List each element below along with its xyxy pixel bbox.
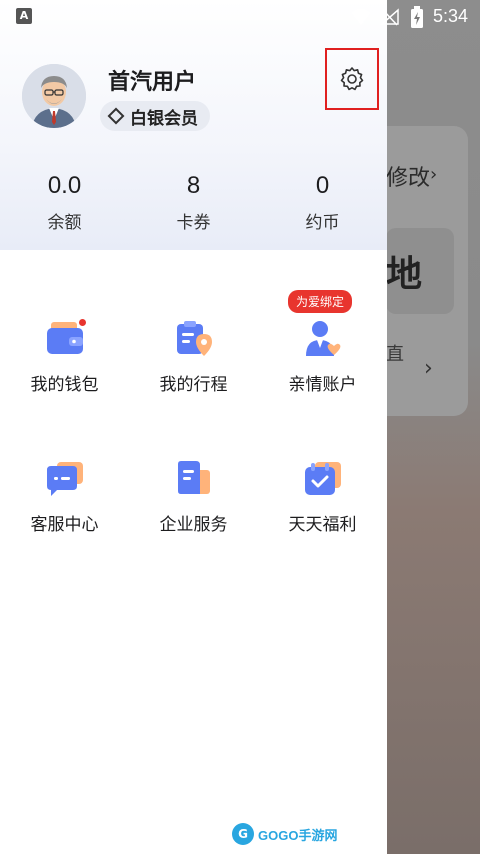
grid-item-wallet[interactable]: 我的钱包: [0, 290, 129, 430]
grid-item-label: 我的钱包: [30, 375, 99, 395]
stat-label: 卡券: [176, 213, 211, 233]
family-account-icon: [305, 321, 340, 356]
wifi-icon: [351, 9, 371, 25]
settings-button[interactable]: [325, 48, 379, 110]
stat-balance[interactable]: 0.0 余额: [0, 172, 129, 233]
background-small-text: 直: [386, 344, 404, 365]
stat-value: 0.0: [47, 172, 82, 199]
stat-coins[interactable]: 0 约币: [258, 172, 387, 233]
grid-row: 我的钱包 我的行程 为爱绑定 亲情账户: [0, 290, 387, 430]
side-drawer: 首汽用户 白银会员 0.0 余额 8 卡券 0 约币 我的钱包 我的行程 为爱绑…: [0, 0, 387, 854]
signal-icon: [380, 8, 399, 26]
settings-icon: [340, 67, 364, 91]
grid-item-label: 企业服务: [159, 515, 228, 535]
member-level-badge[interactable]: 白银会员: [100, 101, 210, 131]
customer-service-icon: [46, 462, 83, 496]
member-level-label: 白银会员: [130, 108, 198, 129]
chevron-right-icon: ›: [424, 356, 433, 381]
daily-benefit-icon: [304, 462, 341, 495]
avatar[interactable]: [22, 64, 86, 128]
watermark-logo-icon: G: [232, 823, 254, 845]
grid-item-family[interactable]: 为爱绑定 亲情账户: [258, 290, 387, 430]
chevron-right-icon: ›: [430, 164, 438, 185]
username[interactable]: 首汽用户: [108, 64, 196, 96]
stats-row: 0.0 余额 8 卡券 0 约币: [0, 172, 387, 233]
grid-item-customer-service[interactable]: 客服中心: [0, 430, 129, 570]
user-avatar-icon: [22, 64, 86, 128]
trip-icon: [176, 321, 212, 356]
family-promo-tag: 为爱绑定: [288, 290, 353, 313]
notification-dot: [78, 318, 87, 327]
grid-item-label: 我的行程: [159, 375, 228, 395]
drawer-header: 首汽用户 白银会员 0.0 余额 8 卡券 0 约币: [0, 0, 387, 250]
enterprise-icon: [177, 461, 210, 494]
diamond-icon: [107, 107, 125, 125]
status-bar: A 5:34: [0, 0, 480, 34]
stat-label: 余额: [47, 213, 82, 233]
stat-coupons[interactable]: 8 卡券: [129, 172, 258, 233]
app-notification-icon: A: [16, 8, 32, 24]
grid-item-enterprise[interactable]: 企业服务: [129, 430, 258, 570]
feature-grid: 我的钱包 我的行程 为爱绑定 亲情账户 客服中心 企业服务 天天福利: [0, 290, 387, 570]
background-modify-text: 修改: [386, 166, 431, 191]
watermark-text: GOGO手游网: [258, 827, 338, 843]
grid-item-label: 客服中心: [30, 515, 99, 535]
stat-value: 8: [186, 172, 201, 199]
watermark: G GOGO手游网: [232, 823, 337, 845]
background-big-char: 地: [386, 254, 423, 295]
grid-item-daily-benefit[interactable]: 天天福利: [258, 430, 387, 570]
grid-row: 客服中心 企业服务 天天福利: [0, 430, 387, 570]
grid-item-label: 亲情账户: [288, 375, 357, 395]
battery-charging-icon: [411, 6, 423, 28]
grid-item-trips[interactable]: 我的行程: [129, 290, 258, 430]
stat-value: 0: [315, 172, 330, 199]
stat-label: 约币: [305, 213, 340, 233]
status-time: 5:34: [432, 6, 468, 26]
grid-item-label: 天天福利: [288, 515, 357, 535]
